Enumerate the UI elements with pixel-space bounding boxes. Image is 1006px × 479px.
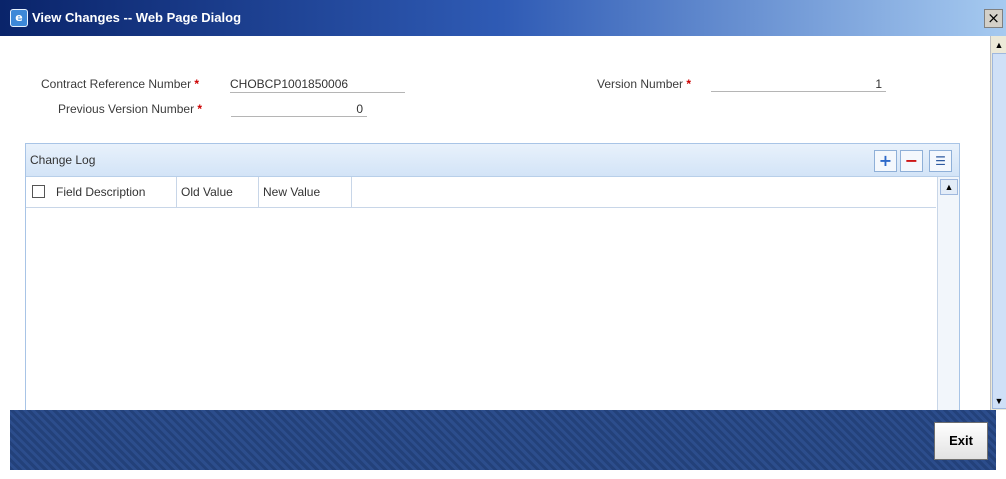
version-number-field[interactable]: 1	[711, 76, 886, 92]
grid-scroll-up-icon[interactable]: ▲	[940, 179, 958, 195]
delete-row-icon[interactable]: −	[900, 150, 923, 172]
column-header-old-value[interactable]: Old Value	[177, 177, 259, 207]
change-log-header: Change Log + − ☰	[26, 144, 959, 177]
column-header-new-value[interactable]: New Value	[259, 177, 352, 207]
close-button[interactable]: ×	[984, 9, 1003, 28]
select-all-checkbox[interactable]	[32, 185, 45, 198]
window-scrollbar[interactable]: ▲ ▼	[990, 36, 1006, 410]
scroll-up-arrow-icon[interactable]: ▲	[991, 38, 1006, 52]
change-log-panel: Change Log + − ☰ Field Description Old V…	[25, 143, 960, 412]
required-asterisk: *	[194, 77, 200, 91]
view-list-icon[interactable]: ☰	[929, 150, 952, 172]
dialog-title-bar[interactable]: e View Changes -- Web Page Dialog ×	[0, 0, 1006, 36]
add-row-icon[interactable]: +	[874, 150, 897, 172]
change-log-title: Change Log	[30, 153, 96, 167]
required-asterisk: *	[197, 102, 203, 116]
scroll-down-arrow-icon[interactable]: ▼	[991, 394, 1006, 408]
previous-version-label: Previous Version Number *	[58, 101, 202, 117]
change-log-grid-header: Field Description Old Value New Value	[26, 177, 936, 208]
dialog-title: View Changes -- Web Page Dialog	[32, 10, 242, 25]
version-number-label: Version Number *	[597, 76, 691, 92]
column-header-field-description[interactable]: Field Description	[52, 177, 177, 207]
previous-version-label-text: Previous Version Number	[58, 102, 195, 116]
grid-scrollbar[interactable]: ▲	[937, 177, 959, 410]
previous-version-field[interactable]: 0	[231, 101, 367, 117]
exit-button[interactable]: Exit	[934, 422, 988, 460]
version-number-label-text: Version Number	[597, 77, 684, 91]
contract-reference-field[interactable]: CHOBCP1001850006	[230, 76, 405, 93]
scrollbar-thumb[interactable]	[992, 53, 1006, 409]
contract-reference-label: Contract Reference Number *	[41, 76, 199, 92]
select-all-cell	[26, 177, 54, 207]
contract-reference-label-text: Contract Reference Number	[41, 77, 192, 91]
ie-page-icon: e	[10, 9, 28, 27]
required-asterisk: *	[686, 77, 692, 91]
dialog-footer	[10, 410, 996, 470]
dialog-frame-left	[0, 36, 10, 479]
